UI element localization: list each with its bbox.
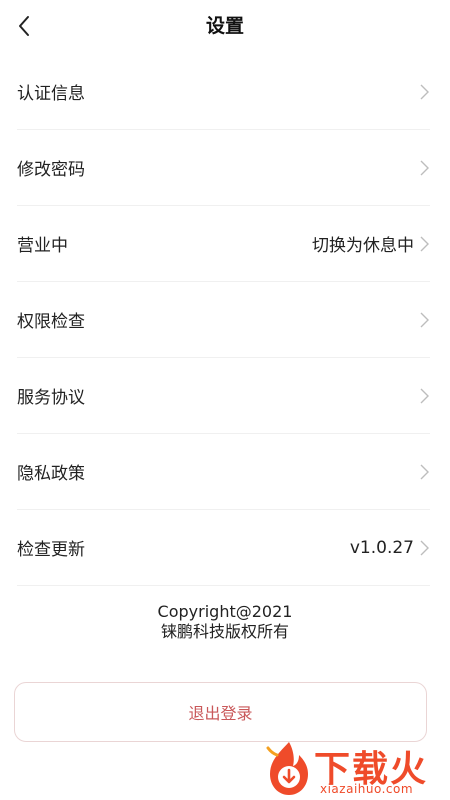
page-title: 设置 (205, 15, 244, 37)
chevron-right-icon (418, 83, 430, 101)
chevron-right-icon (418, 311, 430, 329)
chevron-right-icon (418, 159, 430, 177)
copyright-line: Copyright@2021 (157, 602, 293, 621)
settings-list: 认证信息 修改密码 营业中 切换为休息中 权限检查 服务协议 隐私政策 检查更新… (0, 54, 450, 586)
menu-item-label: 检查更新 (17, 540, 85, 560)
menu-item-label: 修改密码 (17, 160, 85, 180)
copyright-text: Copyright@2021 铼鹏科技版权所有 (0, 602, 450, 642)
chevron-right-icon (418, 235, 430, 253)
watermark-url: xiazaihuo.com (320, 782, 414, 796)
menu-item-change-password[interactable]: 修改密码 (17, 130, 430, 206)
menu-item-certification[interactable]: 认证信息 (17, 54, 430, 130)
menu-item-label: 权限检查 (17, 312, 85, 332)
chevron-right-icon (418, 539, 430, 557)
version-value: v1.0.27 (349, 537, 414, 558)
flame-download-icon (266, 742, 308, 795)
menu-item-check-update[interactable]: 检查更新 v1.0.27 (17, 510, 430, 586)
company-line: 铼鹏科技版权所有 (160, 622, 289, 641)
header-bar: 设置 (0, 0, 450, 54)
menu-item-service-agreement[interactable]: 服务协议 (17, 358, 430, 434)
menu-item-privacy-policy[interactable]: 隐私政策 (17, 434, 430, 510)
chevron-right-icon (418, 463, 430, 481)
menu-item-label: 隐私政策 (17, 464, 85, 484)
chevron-right-icon (418, 387, 430, 405)
logout-button[interactable]: 退出登录 (14, 682, 427, 742)
menu-item-label: 营业中 (17, 236, 68, 256)
switch-to-rest-value: 切换为休息中 (312, 236, 414, 256)
watermark-logo: 下载火 xiazaihuo.com (262, 738, 447, 798)
menu-item-label: 服务协议 (17, 388, 85, 408)
menu-item-label: 认证信息 (17, 84, 85, 104)
menu-item-permission-check[interactable]: 权限检查 (17, 282, 430, 358)
menu-item-business-status[interactable]: 营业中 切换为休息中 (17, 206, 430, 282)
